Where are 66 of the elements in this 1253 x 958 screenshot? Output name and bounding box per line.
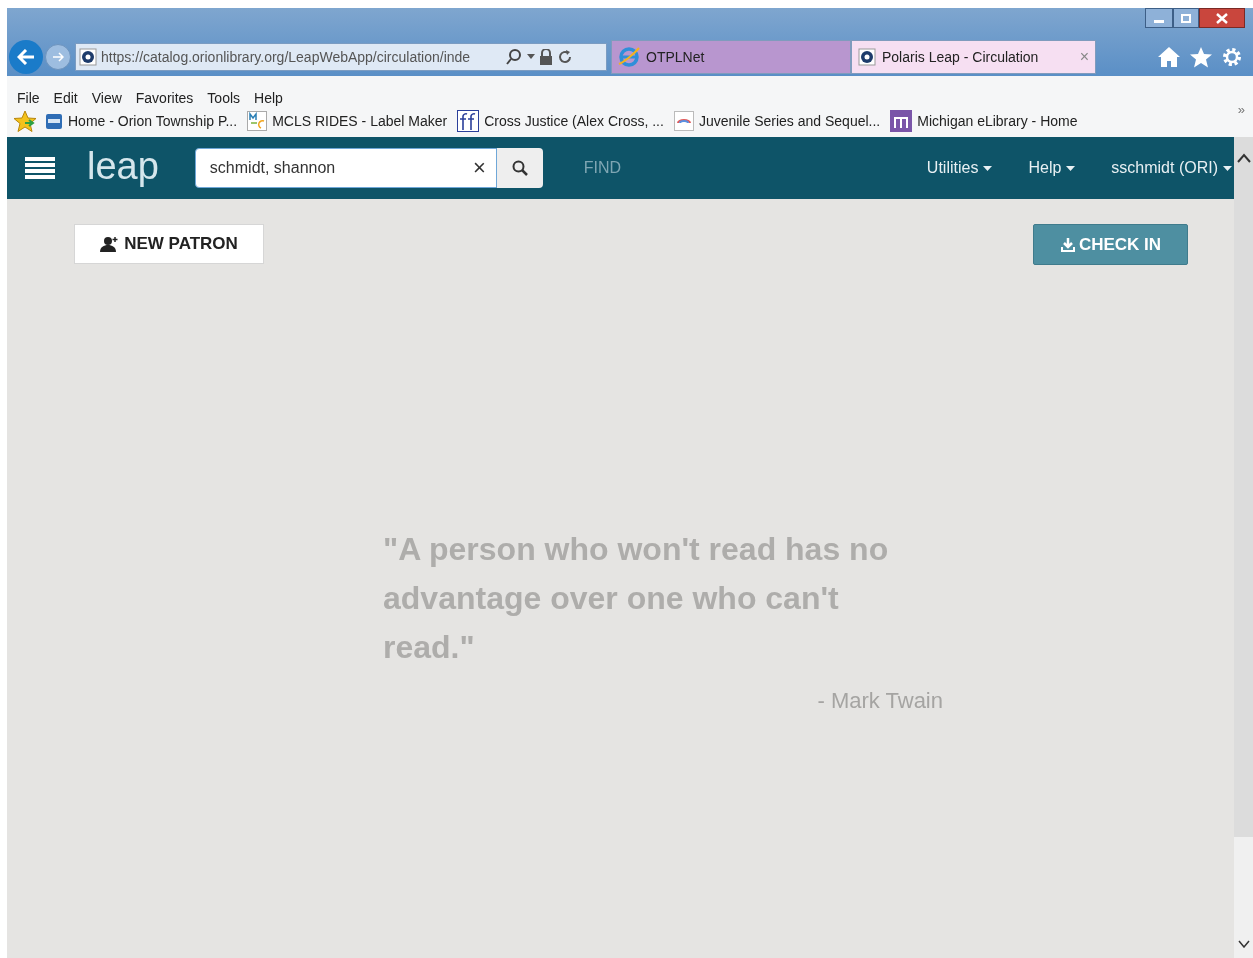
favorite-link[interactable]: Cross Justice (Alex Cross, ... bbox=[457, 110, 664, 132]
refresh-icon[interactable] bbox=[557, 49, 573, 65]
caret-icon bbox=[983, 165, 993, 171]
add-person-icon bbox=[100, 236, 121, 252]
address-bar[interactable]: https://catalog.orionlibrary.org/LeapWebApp/circulation/inde bbox=[75, 43, 607, 71]
mcls-logo-icon bbox=[247, 111, 268, 131]
caret-icon bbox=[1066, 165, 1076, 171]
favorite-title: Juvenile Series and Sequel... bbox=[698, 111, 881, 131]
browser-tab[interactable]: Polaris Leap - Circulation × bbox=[851, 40, 1096, 74]
m-logo-icon bbox=[890, 110, 913, 132]
nav-dropdown[interactable]: Help bbox=[1028, 156, 1076, 180]
nav-dropdown[interactable]: sschmidt (ORI) bbox=[1111, 156, 1232, 180]
check-in-button[interactable]: CHECK IN bbox=[1033, 224, 1188, 265]
app-logo: leap bbox=[87, 147, 159, 189]
ff-logo-icon bbox=[457, 110, 480, 132]
favorites-star-icon[interactable] bbox=[13, 110, 37, 132]
library-icon bbox=[45, 112, 63, 130]
url-text: https://catalog.orionlibrary.org/LeapWebApp/circulation/inde bbox=[101, 47, 472, 67]
settings-icon[interactable] bbox=[1221, 46, 1243, 68]
forward-button[interactable] bbox=[45, 44, 71, 70]
favorite-link[interactable]: Juvenile Series and Sequel... bbox=[673, 110, 881, 132]
favorite-link[interactable]: Michigan eLibrary - Home bbox=[890, 110, 1078, 132]
menu-icon[interactable] bbox=[25, 157, 55, 179]
back-button[interactable] bbox=[9, 40, 43, 74]
favorite-title: Cross Justice (Alex Cross, ... bbox=[484, 111, 664, 131]
home-icon[interactable] bbox=[1157, 46, 1181, 68]
overflow-chevron[interactable]: » bbox=[1237, 100, 1245, 120]
scroll-up-icon[interactable] bbox=[1236, 153, 1251, 163]
clear-button[interactable]: × bbox=[473, 157, 486, 179]
tab-title: Polaris Leap - Circulation bbox=[882, 47, 1040, 67]
menu-item[interactable]: File bbox=[17, 88, 40, 106]
caret-icon[interactable] bbox=[527, 54, 535, 60]
tab-title: OTPLNet bbox=[646, 47, 706, 67]
search-icon[interactable] bbox=[505, 48, 523, 66]
download-icon bbox=[1059, 236, 1076, 253]
favorite-title: Michigan eLibrary - Home bbox=[917, 111, 1078, 131]
rainbow-icon bbox=[673, 111, 694, 131]
quote-author: - Mark Twain bbox=[817, 687, 943, 715]
close-icon bbox=[1216, 12, 1228, 24]
favorite-title: MCLS RIDES - Label Maker bbox=[272, 111, 448, 131]
site-icon bbox=[79, 48, 97, 66]
lock-icon bbox=[539, 49, 553, 65]
caret-icon bbox=[1223, 165, 1232, 171]
restore-button[interactable] bbox=[1173, 8, 1199, 28]
star-icon[interactable] bbox=[1189, 46, 1213, 68]
forward-arrow-icon bbox=[52, 52, 64, 62]
menu-item[interactable]: Favorites bbox=[135, 88, 194, 106]
favorite-title: Home - Orion Township P... bbox=[68, 111, 238, 131]
menu-item[interactable]: Tools bbox=[207, 88, 241, 106]
new-patron-button[interactable]: NEW PATRON bbox=[74, 224, 264, 264]
minimize-button[interactable] bbox=[1145, 8, 1173, 28]
site-icon bbox=[858, 48, 876, 66]
close-button[interactable] bbox=[1199, 8, 1245, 28]
search-button[interactable] bbox=[496, 148, 543, 188]
favorite-link[interactable]: Home - Orion Township P... bbox=[45, 110, 238, 132]
scroll-down-icon[interactable] bbox=[1237, 940, 1250, 948]
nav-dropdown[interactable]: Utilities bbox=[926, 156, 993, 180]
favorite-link[interactable]: MCLS RIDES - Label Maker bbox=[247, 110, 448, 132]
menu-item[interactable]: View bbox=[91, 88, 122, 106]
menu-item[interactable]: Edit bbox=[53, 88, 78, 106]
menu-item[interactable]: Help bbox=[254, 88, 283, 106]
search-icon bbox=[511, 160, 528, 176]
search-field[interactable]: schmidt, shannon × bbox=[194, 148, 497, 188]
browser-logo-icon bbox=[618, 46, 640, 68]
back-arrow-icon bbox=[17, 49, 35, 65]
browser-tab[interactable]: OTPLNet bbox=[611, 40, 851, 74]
